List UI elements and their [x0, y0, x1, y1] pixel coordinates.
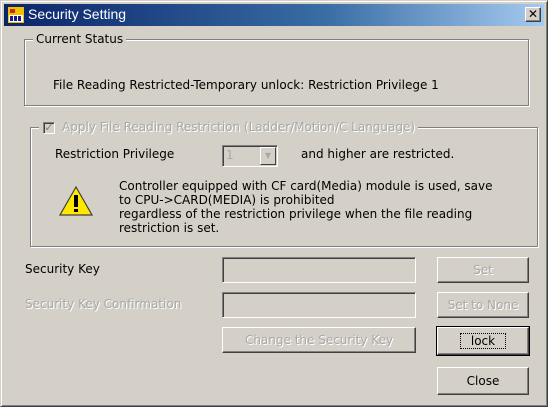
- warning-triangle-icon: [59, 186, 93, 216]
- title-bar[interactable]: Security Setting ✕: [4, 4, 544, 26]
- window-title: Security Setting: [28, 6, 127, 22]
- current-status-legend: Current Status: [33, 32, 127, 46]
- security-key-confirmation-label: Security Key Confirmation: [25, 297, 182, 311]
- restriction-privilege-select[interactable]: 1 ▼: [222, 145, 278, 167]
- security-key-label: Security Key: [25, 262, 100, 276]
- security-key-confirmation-input[interactable]: [222, 292, 416, 318]
- restricted-suffix-text: and higher are restricted.: [301, 147, 455, 161]
- lock-button-label: lock: [459, 333, 507, 349]
- close-button[interactable]: Close: [437, 367, 529, 395]
- current-status-text: File Reading Restricted-Temporary unlock…: [53, 78, 439, 92]
- set-button[interactable]: Set: [437, 257, 529, 283]
- close-icon[interactable]: ✕: [525, 7, 541, 22]
- restriction-privilege-value: 1: [226, 148, 234, 162]
- apply-restriction-checkbox[interactable]: ✓: [43, 122, 55, 134]
- set-to-none-button[interactable]: Set to None: [437, 292, 529, 318]
- change-security-key-button[interactable]: Change the Security Key: [222, 327, 416, 353]
- current-status-group: [24, 39, 529, 106]
- restriction-privilege-label: Restriction Privilege: [55, 147, 175, 161]
- apply-restriction-label: Apply File Reading Restriction (Ladder/M…: [62, 120, 416, 134]
- security-setting-dialog: Security Setting ✕ Current Status File R…: [0, 0, 548, 407]
- warning-line-3: regardless of the restriction privilege …: [119, 207, 473, 221]
- lock-button[interactable]: lock: [436, 326, 530, 356]
- warning-line-4: restriction is set.: [119, 221, 220, 235]
- warning-line-2: to CPU->CARD(MEDIA) is prohibited: [119, 193, 335, 207]
- security-key-input[interactable]: [222, 257, 416, 283]
- warning-line-1: Controller equipped with CF card(Media) …: [119, 179, 493, 193]
- apply-restriction-legend: ✓ Apply File Reading Restriction (Ladder…: [39, 120, 419, 134]
- app-icon: [8, 7, 24, 23]
- chevron-down-icon[interactable]: ▼: [260, 147, 276, 165]
